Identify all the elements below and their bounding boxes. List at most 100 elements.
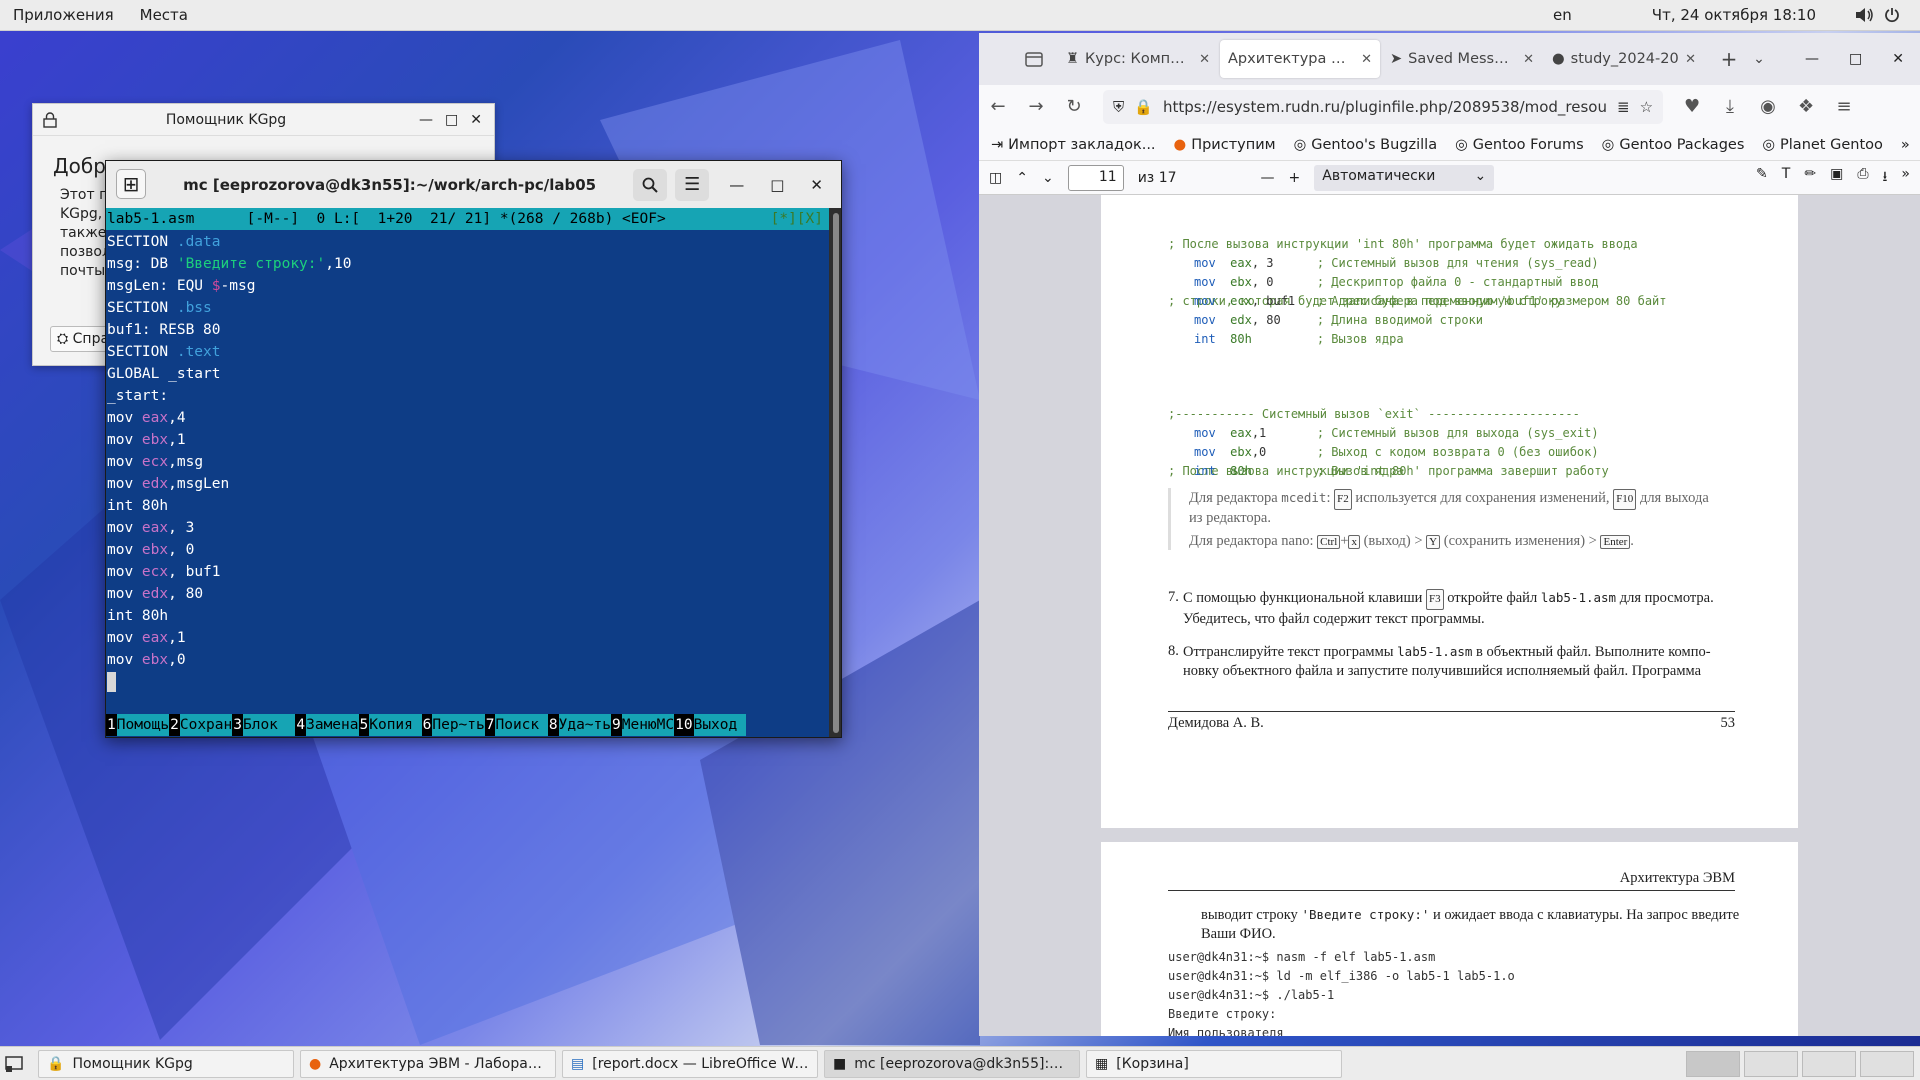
minimize-icon[interactable]: — <box>729 176 744 194</box>
forward-icon[interactable]: → <box>1027 98 1045 116</box>
workspace-2[interactable] <box>1744 1050 1798 1077</box>
browser-tab[interactable]: ➤ Saved Message ✕ <box>1382 40 1542 78</box>
code-reg: eax <box>1230 256 1252 270</box>
code-comment: ; Выход с кодом возврата 0 (без ошибок) <box>1316 445 1599 459</box>
power-icon[interactable] <box>1884 7 1900 23</box>
taskbar-item[interactable]: ▦ [Корзина] <box>1086 1049 1342 1078</box>
terminal-titlebar[interactable]: ⊞ mc [eeprozorova@dk3n55]:~/work/arch-pc… <box>106 161 841 208</box>
sidebar-toggle-icon[interactable]: ◫ <box>989 170 1002 186</box>
fkey-8[interactable]: 8 Уда~ть <box>547 714 611 736</box>
draw-icon[interactable]: ✏ <box>1804 166 1816 190</box>
fkey-10[interactable]: 10 Выход <box>674 714 746 736</box>
fkey-5[interactable]: 5 Копия <box>358 714 422 736</box>
print-icon[interactable]: ⎙ <box>1857 166 1868 190</box>
fkey-2[interactable]: 2 Сохран <box>169 714 233 736</box>
pocket-icon[interactable]: ♥ <box>1683 98 1701 116</box>
clock[interactable]: Чт, 24 октября 18:10 <box>1652 6 1856 24</box>
bookmark-item[interactable]: ◎ Gentoo Packages <box>1602 137 1745 153</box>
zoom-in-icon[interactable]: + <box>1289 170 1301 186</box>
extensions-icon[interactable]: ❖ <box>1797 98 1815 116</box>
maximize-icon[interactable]: □ <box>445 112 458 128</box>
close-icon[interactable]: ✕ <box>810 176 823 194</box>
close-icon[interactable]: ✕ <box>1685 52 1696 67</box>
bookmark-item[interactable]: ⇥ Импорт закладок... <box>991 137 1156 153</box>
reader-view-icon[interactable]: ≣ <box>1617 98 1630 116</box>
save-icon[interactable]: ⭳ <box>1883 166 1888 190</box>
zoom-select[interactable]: Автоматически ⌄ <box>1314 164 1495 191</box>
places-menu[interactable]: Места <box>127 6 201 24</box>
close-icon[interactable]: ✕ <box>1892 51 1904 67</box>
chevron-down-icon[interactable]: ⌄ <box>1744 51 1774 67</box>
fkey-9[interactable]: 9 МенюMC <box>611 714 675 736</box>
workspace-4[interactable] <box>1860 1050 1914 1077</box>
applications-menu[interactable]: Приложения <box>0 6 127 24</box>
more-tools-icon[interactable]: » <box>1901 166 1910 190</box>
bookmark-item[interactable]: ◎ Gentoo Forums <box>1455 137 1584 153</box>
maximize-icon[interactable]: □ <box>1849 51 1862 67</box>
bookmark-label: Gentoo's Bugzilla <box>1311 136 1438 153</box>
volume-icon[interactable] <box>1856 8 1874 22</box>
mcedit-editor[interactable]: lab5-1.asm [-M--] 0 L:[ 1+20 21/ 21] *(2… <box>106 208 829 737</box>
note-text: (выход) > <box>1359 533 1427 549</box>
url-text[interactable]: https://esystem.rudn.ru/pluginfile.php/2… <box>1163 98 1607 116</box>
pdf-viewer[interactable]: ; После вызова инструкции 'int 80h' прог… <box>979 195 1920 1036</box>
close-icon[interactable]: ✕ <box>1523 52 1534 67</box>
back-icon[interactable]: ← <box>989 98 1007 116</box>
close-icon[interactable]: ✕ <box>470 112 482 128</box>
close-icon[interactable]: ✕ <box>1199 52 1210 67</box>
code-line: mov eax, 3 <box>106 517 829 539</box>
hamburger-menu-icon[interactable]: ☰ <box>675 168 710 201</box>
fkey-number: 8 <box>547 714 559 736</box>
reload-icon[interactable]: ↻ <box>1065 98 1083 116</box>
terminal-scrollbar[interactable] <box>833 213 839 733</box>
fkey-3[interactable]: 3 Блок <box>232 714 296 736</box>
kbd-key: Ctrl <box>1317 535 1341 549</box>
new-tab-icon[interactable]: ⊞ <box>116 169 146 199</box>
minimize-icon[interactable]: — <box>1805 51 1819 67</box>
workspace-3[interactable] <box>1802 1050 1856 1077</box>
browser-tab[interactable]: ● study_2024-20 ✕ <box>1544 40 1704 78</box>
highlight-icon[interactable]: ✎ <box>1756 166 1768 190</box>
page-up-icon[interactable]: ⌃ <box>1016 170 1028 186</box>
more-bookmarks-icon[interactable]: » <box>1901 137 1910 153</box>
close-icon[interactable]: ✕ <box>1361 52 1372 67</box>
image-icon[interactable]: ▣ <box>1830 166 1843 190</box>
fkey-1[interactable]: 1 Помощь <box>106 714 170 736</box>
browser-tab[interactable]: Архитектура ЭВМ ✕ <box>1220 40 1380 78</box>
maximize-icon[interactable]: □ <box>770 176 784 194</box>
bookmark-item[interactable]: ◎ Gentoo's Bugzilla <box>1294 137 1438 153</box>
fkey-6[interactable]: 6 Пер~ть <box>421 714 485 736</box>
show-desktop-icon[interactable] <box>4 1054 24 1074</box>
bookmark-item[interactable]: ◎ Planet Gentoo <box>1762 137 1883 153</box>
zoom-out-icon[interactable]: — <box>1261 170 1275 186</box>
taskbar-item[interactable]: ● Архитектура ЭВМ - Лабораторн... <box>300 1049 556 1078</box>
workspace-1[interactable] <box>1686 1050 1740 1077</box>
bookmark-item[interactable]: ● Приступим <box>1174 137 1276 153</box>
code-token: ebx <box>141 432 169 448</box>
shield-icon[interactable]: ⛨ <box>1113 98 1124 116</box>
fkey-4[interactable]: 4 Замена <box>295 714 359 736</box>
account-icon[interactable]: ◉ <box>1759 98 1777 116</box>
url-bar[interactable]: ⛨ 🔒 https://esystem.rudn.ru/pluginfile.p… <box>1103 90 1664 124</box>
globe-icon: ◎ <box>1762 136 1776 153</box>
code-area[interactable]: SECTION .data msg: DB 'Введите строку:',1… <box>106 230 829 693</box>
search-icon[interactable] <box>633 168 668 201</box>
browser-tab[interactable]: ♜ Курс: Компьют ✕ <box>1058 40 1218 78</box>
keyboard-layout[interactable]: en <box>1553 6 1652 24</box>
downloads-icon[interactable]: ⤓ <box>1721 98 1739 116</box>
lock-icon[interactable]: 🔒 <box>1134 98 1153 116</box>
app-menu-icon[interactable]: ≡ <box>1835 98 1853 116</box>
page-number-input[interactable]: 11 <box>1067 164 1124 191</box>
paragraph: выводит строку 'Введите строку:' и ожида… <box>1201 905 1741 944</box>
fkey-7[interactable]: 7 Поиск <box>484 714 548 736</box>
tab-list-icon[interactable] <box>1024 49 1044 69</box>
taskbar-item[interactable]: ■ mc [eeprozorova@dk3n55]:~/wor... <box>824 1049 1080 1078</box>
bookmark-star-icon[interactable]: ☆ <box>1640 98 1653 116</box>
text-tool-icon[interactable]: T <box>1782 166 1791 190</box>
minimize-icon[interactable]: — <box>419 112 433 128</box>
taskbar-item[interactable]: ▤ [report.docx — LibreOffice Writer] <box>562 1049 818 1078</box>
taskbar-item[interactable]: 🔒 Помощник KGpg <box>38 1049 294 1078</box>
new-tab-icon[interactable]: + <box>1714 47 1744 71</box>
kgpg-titlebar[interactable]: Помощник KGpg — □ ✕ <box>33 104 494 136</box>
page-down-icon[interactable]: ⌄ <box>1042 170 1054 186</box>
